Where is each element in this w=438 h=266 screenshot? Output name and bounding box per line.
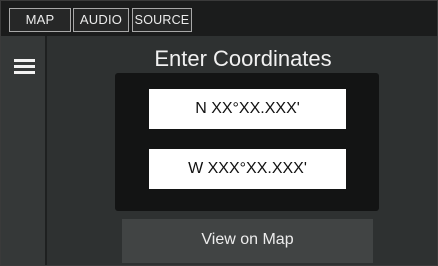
latitude-field[interactable]: N XX°XX.XXX'	[149, 89, 346, 129]
longitude-field[interactable]: W XXX°XX.XXX'	[149, 149, 346, 189]
tab-map[interactable]: MAP	[9, 8, 71, 32]
navigation-screen: MAP AUDIO SOURCE Enter Coordinates N XX°…	[0, 0, 438, 266]
tab-audio[interactable]: AUDIO	[73, 8, 129, 32]
tab-source[interactable]: SOURCE	[132, 8, 192, 32]
top-tab-bar: MAP AUDIO SOURCE	[1, 1, 437, 36]
page-title: Enter Coordinates	[154, 46, 332, 71]
menu-line	[14, 71, 35, 74]
view-on-map-button[interactable]: View on Map	[122, 219, 373, 263]
menu-line	[14, 59, 35, 62]
menu-line	[14, 65, 35, 68]
hamburger-menu-icon[interactable]	[14, 59, 35, 75]
